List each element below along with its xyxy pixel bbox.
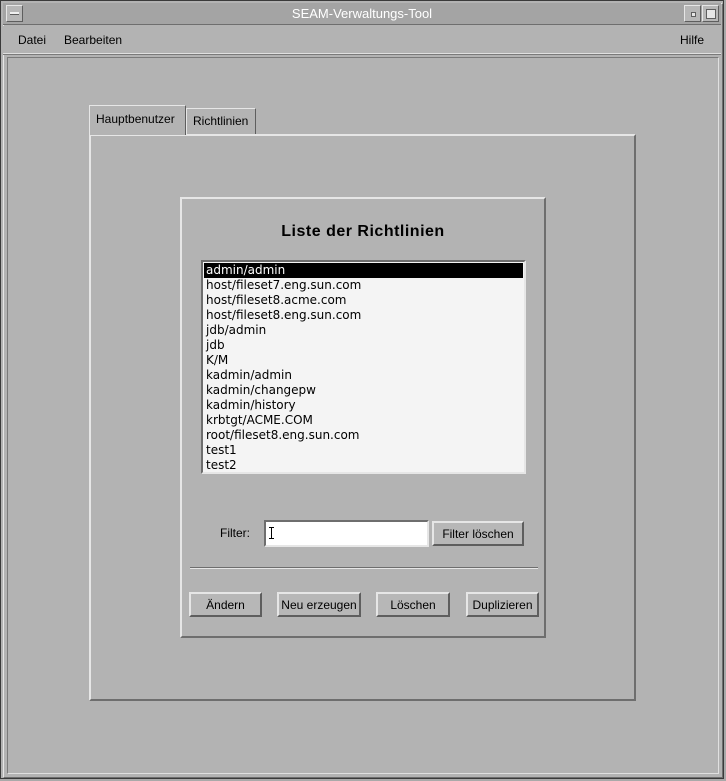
separator	[190, 567, 538, 569]
create-button[interactable]: Neu erzeugen	[277, 592, 361, 617]
clear-filter-button[interactable]: Filter löschen	[432, 521, 524, 546]
menu-help[interactable]: Hilfe	[680, 33, 704, 47]
minimize-icon[interactable]	[684, 5, 701, 22]
list-item[interactable]: krbtgt/ACME.COM	[204, 413, 523, 428]
list-item[interactable]: admin/admin	[204, 263, 523, 278]
panel-title: Liste der Richtlinien	[281, 223, 445, 240]
list-item[interactable]: root/fileset8.eng.sun.com	[204, 428, 523, 443]
tab-richtlinien[interactable]: Richtlinien	[186, 108, 256, 134]
modify-button[interactable]: Ändern	[189, 592, 262, 617]
list-item[interactable]: host/fileset8.eng.sun.com	[204, 308, 523, 323]
menu-edit[interactable]: Bearbeiten	[64, 33, 122, 47]
menu-bar: Datei Bearbeiten Hilfe	[3, 26, 721, 54]
policy-list[interactable]: admin/admin host/fileset7.eng.sun.com ho…	[201, 260, 526, 474]
tab-label: Hauptbenutzer	[96, 112, 175, 126]
tab-label: Richtlinien	[193, 114, 249, 128]
list-item[interactable]: kadmin/history	[204, 398, 523, 413]
policy-list-panel: Liste der Richtlinien admin/admin host/f…	[180, 197, 546, 638]
list-item[interactable]: test2	[204, 458, 523, 472]
menu-file[interactable]: Datei	[18, 33, 46, 47]
list-item[interactable]: kadmin/changepw	[204, 383, 523, 398]
list-item[interactable]: host/fileset7.eng.sun.com	[204, 278, 523, 293]
list-item[interactable]: kadmin/admin	[204, 368, 523, 383]
maximize-icon[interactable]	[702, 5, 719, 22]
list-item[interactable]: jdb	[204, 338, 523, 353]
window-title: SEAM-Verwaltungs-Tool	[291, 6, 433, 21]
delete-button[interactable]: Löschen	[376, 592, 450, 617]
tab-hauptbenutzer[interactable]: Hauptbenutzer	[89, 105, 186, 135]
filter-input[interactable]	[264, 520, 429, 547]
duplicate-button[interactable]: Duplizieren	[466, 592, 539, 617]
list-item[interactable]: jdb/admin	[204, 323, 523, 338]
list-item[interactable]: test1	[204, 443, 523, 458]
list-item[interactable]: K/M	[204, 353, 523, 368]
title-bar[interactable]: SEAM-Verwaltungs-Tool	[3, 3, 721, 25]
filter-label: Filter:	[220, 526, 250, 540]
list-item[interactable]: host/fileset8.acme.com	[204, 293, 523, 308]
